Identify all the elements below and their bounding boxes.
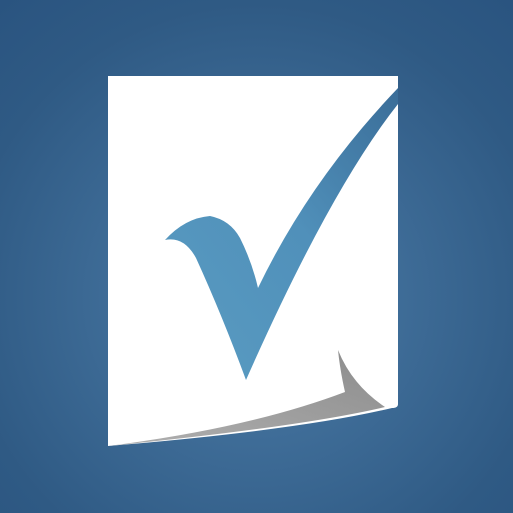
document-checkmark-icon <box>108 76 398 446</box>
app-icon-tile[interactable] <box>0 0 513 513</box>
